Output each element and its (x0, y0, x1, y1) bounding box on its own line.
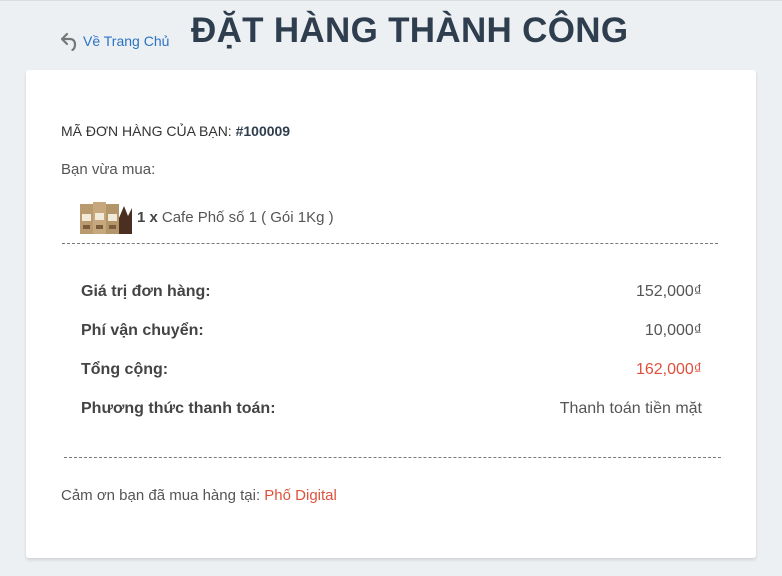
summary-label: Tổng cộng: (81, 361, 169, 378)
summary-value: 10,000₫ (644, 322, 702, 339)
divider (64, 457, 721, 458)
summary-value: 152,000₫ (635, 283, 702, 300)
bought-label: Bạn vừa mua: (61, 161, 156, 178)
total-value: 162,000₫ (635, 361, 702, 378)
summary-row-total: Tổng cộng: 162,000₫ (81, 361, 702, 379)
summary-label: Giá trị đơn hàng: (81, 283, 211, 300)
summary-label: Phí vận chuyển: (81, 322, 204, 339)
order-code: MÃ ĐƠN HÀNG CỦA BẠN: #100009 (61, 123, 290, 139)
back-to-home-link[interactable]: Về Trang Chủ (60, 31, 169, 51)
order-code-label: MÃ ĐƠN HÀNG CỦA BẠN: (61, 123, 232, 139)
page-header: Về Trang Chủ ĐẶT HÀNG THÀNH CÔNG (0, 0, 782, 68)
item-quantity: 1 x (137, 208, 158, 226)
thank-you-message: Cảm ơn bạn đã mua hàng tại: Phố Digital (61, 487, 337, 504)
order-success-card: MÃ ĐƠN HÀNG CỦA BẠN: #100009 Bạn vừa mua… (26, 70, 756, 558)
back-link-label: Về Trang Chủ (83, 33, 170, 49)
store-name-link[interactable]: Phố Digital (264, 487, 337, 504)
summary-row-subtotal: Giá trị đơn hàng: 152,000₫ (81, 283, 702, 301)
summary-label: Phương thức thanh toán: (81, 400, 276, 417)
summary-row-payment-method: Phương thức thanh toán: Thanh toán tiền … (81, 400, 702, 418)
summary-row-shipping: Phí vận chuyển: 10,000₫ (81, 322, 702, 340)
item-name: Cafe Phố số 1 ( Gói 1Kg ) (161, 208, 334, 226)
undo-arrow-icon (60, 32, 77, 51)
summary-value: Thanh toán tiền mặt (559, 400, 702, 417)
order-item: 1 x Cafe Phố số 1 ( Gói 1Kg ) (80, 200, 334, 234)
product-thumbnail (80, 202, 132, 234)
page-title: ĐẶT HÀNG THÀNH CÔNG (191, 11, 629, 50)
divider (62, 243, 718, 244)
order-code-value: #100009 (235, 123, 291, 139)
thanks-label: Cảm ơn bạn đã mua hàng tại: (61, 487, 261, 504)
